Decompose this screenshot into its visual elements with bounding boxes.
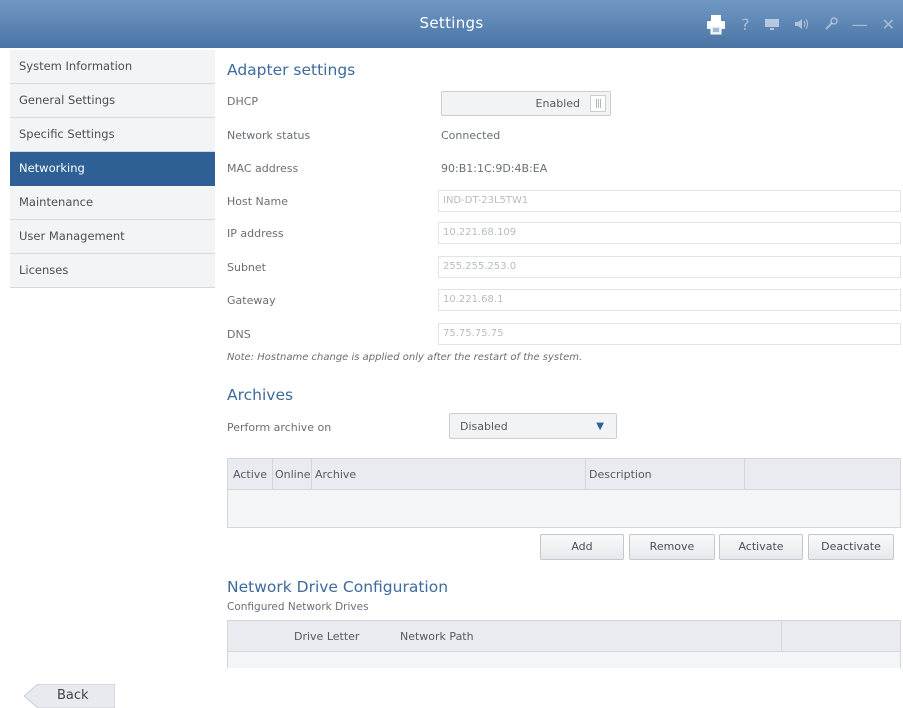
host-name-label: Host Name — [227, 195, 288, 208]
dhcp-toggle-value: Enabled — [535, 97, 580, 110]
column-archive[interactable]: Archive — [315, 468, 356, 481]
archives-table: Active Online Archive Description — [227, 458, 901, 528]
sidebar-item-licenses[interactable]: Licenses — [10, 254, 215, 288]
gateway-field[interactable]: 10.221.68.1 — [438, 289, 901, 311]
column-divider — [744, 459, 745, 489]
network-drives-table: Drive Letter Network Path — [227, 620, 901, 668]
help-icon[interactable]: ? — [741, 12, 750, 36]
back-label: Back — [57, 688, 89, 703]
subnet-field[interactable]: 255.255.253.0 — [438, 256, 901, 278]
sidebar-item-general-settings[interactable]: General Settings — [10, 84, 215, 118]
column-active[interactable]: Active — [233, 468, 267, 481]
column-description[interactable]: Description — [589, 468, 652, 481]
deactivate-button[interactable]: Deactivate — [808, 534, 894, 560]
sidebar-item-networking[interactable]: Networking — [10, 152, 215, 186]
perform-archive-label: Perform archive on — [227, 421, 332, 434]
wrench-icon[interactable] — [824, 12, 838, 36]
column-drive-letter[interactable]: Drive Letter — [294, 630, 359, 643]
subnet-label: Subnet — [227, 261, 266, 274]
column-divider — [311, 459, 312, 489]
network-status-label: Network status — [227, 129, 311, 142]
chevron-down-icon: ▼ — [596, 421, 604, 432]
remove-button[interactable]: Remove — [629, 534, 715, 560]
sidebar-item-maintenance[interactable]: Maintenance — [10, 186, 215, 220]
toggle-grip-icon: ||| — [590, 95, 606, 112]
dns-label: DNS — [227, 328, 251, 341]
sidebar-item-system-information[interactable]: System Information — [10, 50, 215, 84]
speaker-icon[interactable] — [794, 12, 810, 36]
column-divider — [272, 459, 273, 489]
close-icon[interactable]: ✕ — [882, 12, 895, 36]
column-divider — [781, 621, 782, 651]
printer-icon[interactable] — [705, 12, 727, 36]
archives-table-body — [228, 490, 900, 527]
network-drives-table-body — [228, 652, 900, 668]
network-drive-title: Network Drive Configuration — [227, 578, 449, 596]
main-content: Adapter settings DHCP Enabled ||| Networ… — [217, 50, 901, 668]
host-name-field[interactable]: IND-DT-23L5TW1 — [438, 190, 901, 212]
column-network-path[interactable]: Network Path — [400, 630, 474, 643]
dhcp-label: DHCP — [227, 95, 259, 108]
configured-drives-label: Configured Network Drives — [227, 601, 369, 613]
archives-table-header: Active Online Archive Description — [228, 459, 900, 490]
dns-field[interactable]: 75.75.75.75 — [438, 323, 901, 345]
hostname-note: Note: Hostname change is applied only af… — [227, 352, 583, 363]
adapter-settings-title: Adapter settings — [227, 61, 356, 79]
sidebar: System Information General Settings Spec… — [10, 50, 215, 288]
sidebar-item-user-management[interactable]: User Management — [10, 220, 215, 254]
title-bar-icons: ? — ✕ — [705, 12, 895, 36]
archives-title: Archives — [227, 386, 294, 404]
ip-address-field[interactable]: 10.221.68.109 — [438, 222, 901, 244]
back-button[interactable]: Back — [24, 684, 115, 708]
network-drives-table-header: Drive Letter Network Path — [228, 621, 900, 652]
perform-archive-select[interactable]: Disabled ▼ — [449, 413, 617, 439]
sidebar-item-specific-settings[interactable]: Specific Settings — [10, 118, 215, 152]
mac-address-label: MAC address — [227, 162, 299, 175]
gateway-label: Gateway — [227, 294, 276, 307]
minimize-icon[interactable]: — — [852, 12, 868, 36]
dhcp-toggle[interactable]: Enabled ||| — [441, 91, 611, 116]
perform-archive-value: Disabled — [460, 420, 508, 433]
monitor-icon[interactable] — [764, 12, 780, 36]
ip-address-label: IP address — [227, 227, 284, 240]
add-button[interactable]: Add — [540, 534, 624, 560]
title-bar: Settings ? — ✕ — [0, 0, 903, 48]
column-divider — [585, 459, 586, 489]
activate-button[interactable]: Activate — [719, 534, 803, 560]
column-online[interactable]: Online — [275, 468, 310, 481]
network-status-value: Connected — [441, 129, 501, 142]
mac-address-value: 90:B1:1C:9D:4B:EA — [441, 162, 548, 175]
